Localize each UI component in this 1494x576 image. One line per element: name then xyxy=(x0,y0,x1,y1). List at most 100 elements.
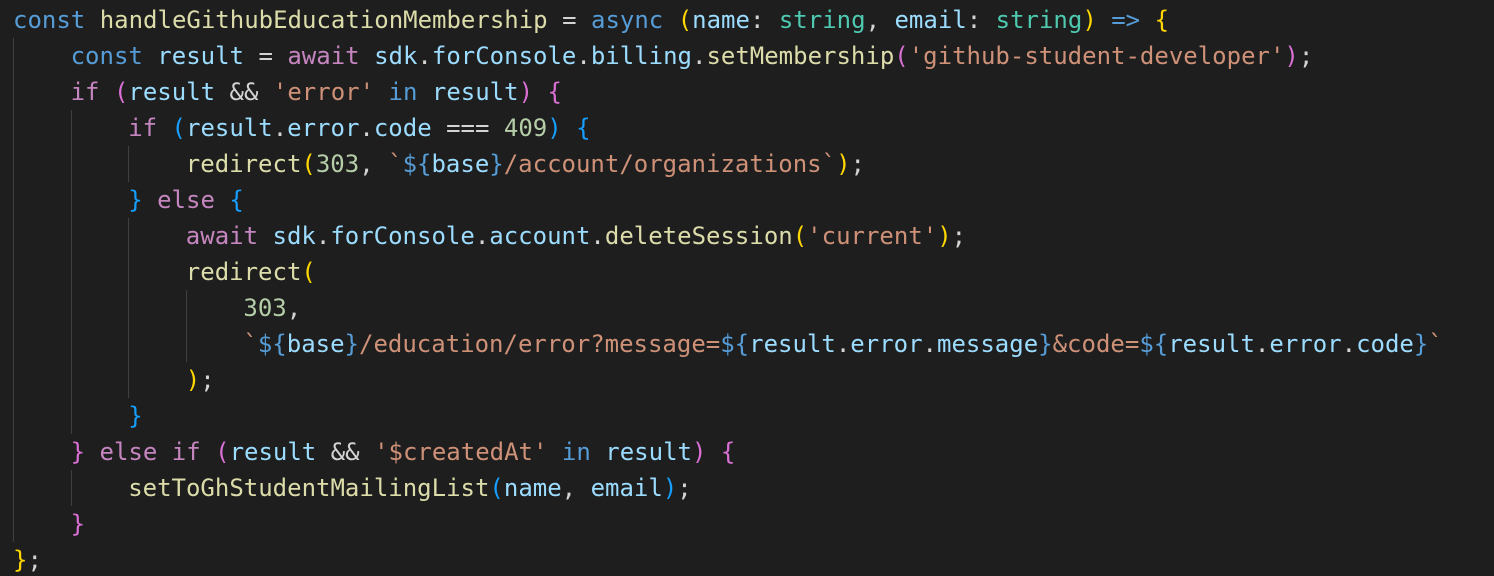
code-token: ${ xyxy=(402,150,432,178)
code-line[interactable]: if (result && 'error' in result) { xyxy=(0,74,1494,110)
code-token: error xyxy=(1269,330,1342,358)
code-token: if xyxy=(171,438,201,466)
indent-guide xyxy=(70,218,72,254)
code-line[interactable]: } xyxy=(0,506,1494,542)
code-token: === xyxy=(431,114,504,142)
code-token: } xyxy=(1413,330,1429,358)
code-token: ${ xyxy=(1139,330,1169,358)
code-line[interactable]: 303, xyxy=(0,290,1494,326)
code-token: { xyxy=(229,186,244,214)
code-token: ${ xyxy=(257,330,287,358)
code-token: result xyxy=(128,78,216,106)
code-token: result xyxy=(605,438,692,466)
code-token: } xyxy=(128,186,143,214)
code-token: } xyxy=(1038,330,1053,358)
code-token: . xyxy=(315,222,331,250)
code-token: ) xyxy=(518,78,534,106)
indent-guide xyxy=(128,290,130,326)
code-token: message xyxy=(937,330,1039,358)
code-token: 303 xyxy=(243,294,287,322)
indent-guide xyxy=(128,326,130,362)
code-token: ` xyxy=(388,150,403,178)
code-token: ( xyxy=(301,258,316,286)
code-line[interactable]: `${base}/education/error?message=${resul… xyxy=(0,326,1494,362)
code-line[interactable]: } xyxy=(0,398,1494,434)
code-token: ( xyxy=(489,474,504,502)
code-token: string xyxy=(778,6,866,34)
code-line[interactable]: } else { xyxy=(0,182,1494,218)
indent-guide xyxy=(13,398,14,434)
code-token: result xyxy=(749,330,836,358)
code-line[interactable]: }; xyxy=(0,542,1494,576)
code-token: . xyxy=(417,42,432,70)
code-token: ( xyxy=(301,150,316,178)
code-token: email xyxy=(590,474,663,502)
code-token: /account/organizations` xyxy=(503,150,837,178)
code-token: ` xyxy=(243,330,258,358)
code-token: { xyxy=(1154,6,1170,34)
code-token: error xyxy=(850,330,923,358)
code-token: deleteSession xyxy=(604,222,793,250)
code-token: result xyxy=(1168,330,1255,358)
code-token: ${ xyxy=(720,330,750,358)
code-token: } xyxy=(13,546,28,574)
code-line[interactable]: setToGhStudentMailingList(name, email); xyxy=(0,470,1494,506)
code-token: , xyxy=(561,474,591,502)
indent-guide xyxy=(13,506,14,542)
indent-guide xyxy=(13,326,14,362)
code-token: string xyxy=(995,6,1083,34)
indent-guide xyxy=(13,434,14,470)
indent-guide xyxy=(13,74,14,110)
code-token: redirect xyxy=(185,258,302,286)
indent-guide xyxy=(70,110,72,146)
indent-guide xyxy=(128,362,130,398)
indent-guide xyxy=(70,362,72,398)
code-line[interactable]: redirect( xyxy=(0,254,1494,290)
code-token: if xyxy=(128,114,158,142)
code-token: = xyxy=(547,6,591,34)
code-line[interactable]: ); xyxy=(0,362,1494,398)
code-token: : xyxy=(749,6,779,34)
code-token: &code= xyxy=(1052,330,1140,358)
code-token: => xyxy=(1111,6,1141,34)
code-token: 'current' xyxy=(807,222,938,250)
code-token: } xyxy=(70,510,86,538)
indent-guide xyxy=(70,254,72,290)
code-token: , xyxy=(286,294,302,322)
code-token: account xyxy=(489,222,591,250)
code-token: , xyxy=(865,6,895,34)
code-lines: const handleGithubEducationMembership = … xyxy=(0,2,1494,576)
code-line[interactable]: redirect(303, `${base}/account/organizat… xyxy=(0,146,1494,182)
code-line[interactable]: if (result.error.code === 409) { xyxy=(0,110,1494,146)
code-token: . xyxy=(474,222,490,250)
code-token: error xyxy=(287,114,360,142)
code-line[interactable]: await sdk.forConsole.account.deleteSessi… xyxy=(0,218,1494,254)
code-token: . xyxy=(922,330,937,358)
code-token: email xyxy=(894,6,967,34)
code-token: redirect xyxy=(185,150,302,178)
indent-guide xyxy=(70,470,72,506)
indent-guide xyxy=(13,146,14,182)
code-token: && xyxy=(316,438,375,466)
code-line[interactable]: const result = await sdk.forConsole.bill… xyxy=(0,38,1494,74)
code-line[interactable]: const handleGithubEducationMembership = … xyxy=(0,2,1494,38)
indent-guide xyxy=(70,398,72,434)
indent-guide xyxy=(128,146,130,182)
code-token: } xyxy=(70,438,86,466)
code-token: name xyxy=(503,474,562,502)
indent-guide xyxy=(70,146,72,182)
code-token: . xyxy=(272,114,288,142)
code-editor[interactable]: const handleGithubEducationMembership = … xyxy=(0,0,1494,576)
code-line[interactable]: } else if (result && '$createdAt' in res… xyxy=(0,434,1494,470)
